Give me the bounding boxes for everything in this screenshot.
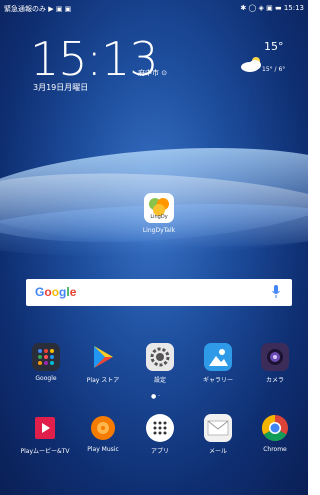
- app-label: Google: [35, 375, 57, 382]
- status-bar: 緊急通報のみ ▶ ▣ ▣ ✱ ◯ ◈ ▣ ▬ 15:13: [0, 0, 308, 16]
- google-search-bar[interactable]: Google: [26, 279, 292, 306]
- play-movies-icon: [31, 414, 59, 442]
- mic-icon[interactable]: [272, 285, 280, 299]
- weather-temp[interactable]: 15°: [264, 40, 284, 53]
- play-store-icon: [89, 343, 117, 371]
- app-camera[interactable]: カメラ: [253, 343, 297, 384]
- app-mail[interactable]: メール: [196, 414, 240, 455]
- home-screen: 緊急通報のみ ▶ ▣ ▣ ✱ ◯ ◈ ▣ ▬ 15:13 15:13 府中市 ⊙…: [0, 0, 308, 495]
- app-google-folder[interactable]: Google: [24, 343, 68, 382]
- app-label: 設定: [153, 377, 166, 384]
- app-chrome[interactable]: Chrome: [253, 414, 297, 453]
- lingdy-icon-text: LingDy: [150, 214, 167, 220]
- app-label: Play Music: [87, 446, 119, 453]
- mail-icon: [204, 414, 232, 442]
- page-indicator: ● ·: [151, 393, 161, 400]
- status-right-text: ✱ ◯ ◈ ▣ ▬ 15:13: [240, 4, 304, 12]
- app-label: Playムービー&TV: [20, 448, 70, 455]
- play-music-icon: [89, 414, 117, 442]
- app-play-movies[interactable]: Playムービー&TV: [16, 414, 74, 455]
- app-label: LingDyTalk: [142, 227, 176, 234]
- camera-icon: [261, 343, 289, 371]
- app-play-music[interactable]: Play Music: [81, 414, 125, 453]
- app-lingdytalk[interactable]: LingDy LingDyTalk: [131, 193, 187, 234]
- google-logo: Google: [35, 285, 77, 299]
- app-label: ギャラリー: [202, 377, 233, 384]
- app-label: アプリ: [150, 448, 169, 455]
- settings-icon: [146, 343, 174, 371]
- status-left-text: 緊急通報のみ ▶ ▣ ▣: [4, 5, 72, 13]
- lingdytalk-icon: LingDy: [144, 193, 174, 223]
- app-settings[interactable]: 設定: [138, 343, 182, 384]
- app-label: Play ストア: [86, 377, 120, 384]
- clock-city: 府中市 ⊙: [138, 69, 168, 77]
- app-play-store[interactable]: Play ストア: [81, 343, 125, 384]
- app-label: Chrome: [263, 446, 287, 453]
- folder-icon: [32, 343, 60, 371]
- app-gallery[interactable]: ギャラリー: [196, 343, 240, 384]
- app-drawer-icon: [146, 414, 174, 442]
- app-label: カメラ: [265, 377, 284, 384]
- app-label: メール: [208, 448, 227, 455]
- gallery-icon: [204, 343, 232, 371]
- app-drawer[interactable]: アプリ: [138, 414, 182, 455]
- clock-date: 3月19日月曜日: [33, 83, 89, 92]
- chrome-icon: [261, 414, 289, 442]
- weather-range: 15° / 6°: [262, 66, 286, 73]
